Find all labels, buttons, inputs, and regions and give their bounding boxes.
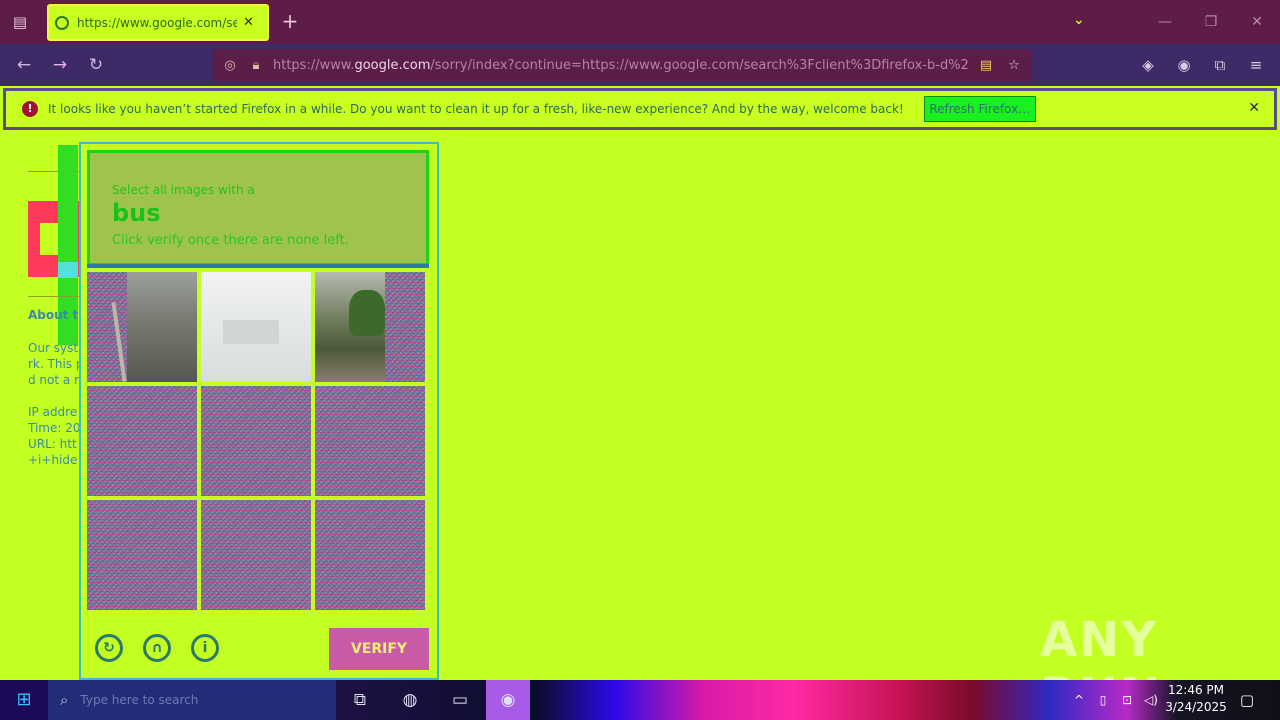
page-text-line: IP addre (28, 405, 78, 419)
captcha-tile[interactable] (87, 272, 197, 382)
page-text-line: Our syst (28, 341, 79, 355)
captcha-header: Select all images with a bus Click verif… (87, 150, 429, 266)
task-view-icon[interactable]: ⧉ (338, 680, 382, 720)
tab-title: https://www.google.com/search (77, 15, 237, 30)
hamburger-menu-icon[interactable]: ≡ (1245, 54, 1267, 76)
captcha-image-grid (87, 272, 429, 612)
pocket-icon[interactable]: ◈ (1137, 54, 1159, 76)
taskbar: ⊞ ⌕ Type here to search ⧉ ◍ ▭ ◉ ^ ▯ ⊡ ◁)… (0, 680, 1280, 720)
windows-start-icon[interactable]: ⊞ (0, 680, 48, 720)
captcha-tile[interactable] (201, 386, 311, 496)
browser-tab[interactable]: https://www.google.com/search ✕ (47, 4, 269, 41)
captcha-tile[interactable] (201, 500, 311, 610)
lock-icon[interactable]: 🔒︎ (247, 58, 265, 73)
close-window-icon[interactable]: ✕ (1247, 12, 1267, 32)
captcha-footer: ↻ ∩ i VERIFY (87, 624, 429, 674)
network-icon[interactable]: ⊡ (1118, 680, 1136, 720)
captcha-tile[interactable] (315, 500, 425, 610)
captcha-tile[interactable] (201, 272, 311, 382)
notification-center-icon[interactable]: ▢ (1236, 680, 1258, 720)
captcha-subtext: Click verify once there are none left. (112, 233, 349, 248)
back-arrow-icon[interactable]: ← (13, 54, 35, 76)
minimize-icon[interactable]: — (1155, 12, 1175, 32)
captcha-instruction: Select all images with a (112, 183, 255, 197)
taskbar-clock[interactable]: 12:46 PM 3/24/2025 (1160, 682, 1232, 718)
noise-strip (385, 272, 425, 382)
captcha-tile[interactable] (87, 386, 197, 496)
maximize-icon[interactable]: ❐ (1201, 12, 1221, 32)
search-icon: ⌕ (60, 691, 69, 709)
page-text-line: rk. This p (28, 357, 84, 371)
title-bar: ▤ https://www.google.com/search ✕ + ⌄ — … (0, 0, 1280, 44)
tab-close-icon[interactable]: ✕ (243, 15, 254, 30)
extensions-icon[interactable]: ⧉ (1209, 54, 1231, 76)
clock-time: 12:46 PM (1168, 683, 1224, 697)
device-icon[interactable]: ▯ (1094, 680, 1112, 720)
new-tab-button[interactable]: + (280, 11, 300, 31)
reader-view-icon[interactable]: ▤ (976, 58, 996, 73)
notification-bar: ! It looks like you haven’t started Fire… (3, 88, 1277, 130)
info-icon[interactable]: i (191, 634, 219, 662)
chevron-down-icon[interactable]: ⌄ (1073, 12, 1085, 28)
url-text[interactable]: https://www.google.com/sorry/index?conti… (273, 58, 968, 73)
firefox-taskbar-icon[interactable]: ◉ (486, 680, 530, 720)
verify-button[interactable]: VERIFY (329, 628, 429, 670)
noise-strip (87, 272, 127, 382)
reload-icon[interactable]: ↻ (85, 54, 107, 76)
notification-message: It looks like you haven’t started Firefo… (48, 102, 904, 116)
file-explorer-icon[interactable]: ▭ (438, 680, 482, 720)
tracking-protection-icon[interactable]: ◎ (221, 58, 239, 73)
headphones-icon[interactable]: ∩ (143, 634, 171, 662)
page-text-line: d not a r (28, 373, 79, 387)
reload-icon[interactable]: ↻ (95, 634, 123, 662)
captcha-tile[interactable] (315, 272, 425, 382)
search-placeholder: Type here to search (80, 693, 199, 707)
divider (87, 264, 429, 268)
chevron-up-icon[interactable]: ^ (1070, 680, 1088, 720)
clock-date: 3/24/2025 (1165, 700, 1227, 714)
forward-arrow-icon[interactable]: → (49, 54, 71, 76)
divider (28, 296, 80, 297)
captcha-tile[interactable] (87, 500, 197, 610)
decorative-stripe (58, 262, 78, 278)
page-text-line[interactable]: URL: htt (28, 437, 77, 451)
google-favicon-icon (55, 15, 69, 30)
warning-icon: ! (22, 101, 38, 117)
taskbar-search-input[interactable]: ⌕ Type here to search (48, 680, 336, 720)
captcha-target-word: bus (112, 199, 161, 227)
volume-icon[interactable]: ◁) (1142, 680, 1160, 720)
page-text-line: Time: 20 (28, 421, 81, 435)
address-bar[interactable]: ◎ 🔒︎ https://www.google.com/sorry/index?… (213, 49, 1032, 81)
captcha-dialog: Select all images with a bus Click verif… (79, 142, 439, 680)
captcha-tile[interactable] (315, 386, 425, 496)
edge-browser-icon[interactable]: ◍ (388, 680, 432, 720)
refresh-firefox-button[interactable]: Refresh Firefox… (923, 96, 1036, 122)
tab-list-icon[interactable]: ▤ (10, 12, 30, 32)
navigation-toolbar: ← → ↻ ◎ 🔒︎ https://www.google.com/sorry/… (0, 44, 1280, 86)
close-icon[interactable]: ✕ (1248, 100, 1260, 116)
account-icon[interactable]: ◉ (1173, 54, 1195, 76)
star-icon[interactable]: ☆ (1004, 58, 1024, 73)
